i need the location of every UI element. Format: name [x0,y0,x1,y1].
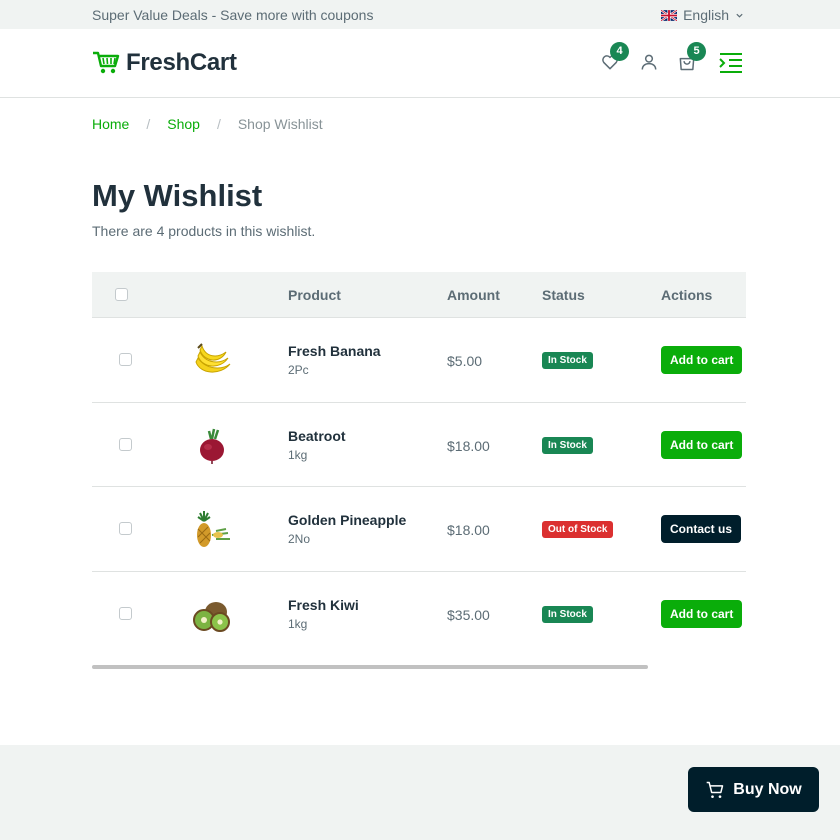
product-name[interactable]: Fresh Banana [288,343,381,359]
select-all-checkbox[interactable] [115,288,128,301]
language-label: English [683,7,729,23]
product-name[interactable]: Beatroot [288,428,346,444]
product-unit: 2No [288,532,311,546]
top-bar: Super Value Deals - Save more with coupo… [0,0,840,29]
breadcrumb-shop-link[interactable]: Shop [167,116,200,132]
product-name[interactable]: Fresh Kiwi [288,597,359,613]
row-checkbox[interactable] [119,606,132,620]
product-unit: 2Pc [288,363,309,377]
kiwi-icon[interactable] [190,594,234,634]
row-checkbox[interactable] [119,522,132,535]
product-unit: 1kg [288,616,308,631]
promo-text: Super Value Deals - Save more with coupo… [92,7,374,23]
column-header-actions: Actions [661,287,713,303]
logo[interactable]: FreshCart [92,49,237,77]
pineapple-icon[interactable] [190,509,234,549]
beetroot-icon[interactable] [190,425,234,465]
wishlist-count-badge: 4 [610,42,629,61]
menu-toggle-button[interactable] [719,52,743,74]
product-amount: $18.00 [447,437,490,454]
account-button[interactable] [639,52,661,74]
add-to-cart-button[interactable]: Add to cart [661,346,743,374]
add-to-cart-button[interactable]: Add to cart [661,599,743,628]
wishlist-button[interactable]: 4 [600,42,629,74]
row-checkbox[interactable] [119,353,132,366]
column-header-amount: Amount [447,287,500,303]
row-checkbox[interactable] [119,437,132,451]
table-row: Beatroot 1kg $18.00 In Stock Add to cart [92,401,746,487]
status-badge: Out of Stock [542,521,614,538]
horizontal-scrollbar[interactable] [92,665,648,669]
table-row: Fresh Kiwi 1kg $35.00 In Stock Add to ca… [92,570,746,656]
table-row: Golden Pineapple 2No $18.00 Out of Stock… [92,486,746,571]
contact-us-button[interactable]: Contact us [661,515,742,543]
breadcrumb-separator: / [216,116,221,132]
breadcrumb-current: Shop Wishlist [237,116,323,132]
page-title: My Wishlist [92,178,263,213]
buy-now-label: Buy Now [733,780,802,798]
user-icon [641,54,657,70]
product-amount: $5.00 [447,353,483,369]
table-row: Fresh Banana 2Pc $5.00 In Stock Add to c… [92,317,746,402]
breadcrumb-separator: / [146,116,151,132]
status-badge: In Stock [542,352,593,369]
product-unit: 1kg [288,447,308,462]
status-badge: In Stock [542,436,593,454]
banana-icon[interactable] [190,340,234,380]
logo-text: FreshCart [126,49,237,76]
wishlist-table: Product Amount Status Actions Fresh Bana… [92,272,746,669]
cart-count-badge: 5 [687,42,706,61]
product-amount: $35.00 [447,606,490,623]
page-subtitle: There are 4 products in this wishlist. [92,223,316,239]
table-header: Product Amount Status Actions [92,272,746,317]
cart-button[interactable]: 5 [677,42,706,74]
add-to-cart-button[interactable]: Add to cart [661,430,743,459]
cart-logo-icon [93,51,120,74]
header: FreshCart 4 5 [0,29,840,98]
product-amount: $18.00 [447,522,490,538]
uk-flag-icon [661,9,678,21]
column-header-status: Status [542,287,585,303]
column-header-product: Product [288,287,341,303]
breadcrumb: Home / Shop / Shop Wishlist [92,116,323,132]
product-name[interactable]: Golden Pineapple [288,512,406,528]
status-badge: In Stock [542,605,593,623]
language-selector[interactable]: English [661,7,744,23]
buy-now-button[interactable]: Buy Now [688,767,819,812]
chevron-down-icon [736,13,743,18]
cart-icon [706,781,724,798]
breadcrumb-home-link[interactable]: Home [92,116,129,132]
menu-icon [719,53,742,73]
